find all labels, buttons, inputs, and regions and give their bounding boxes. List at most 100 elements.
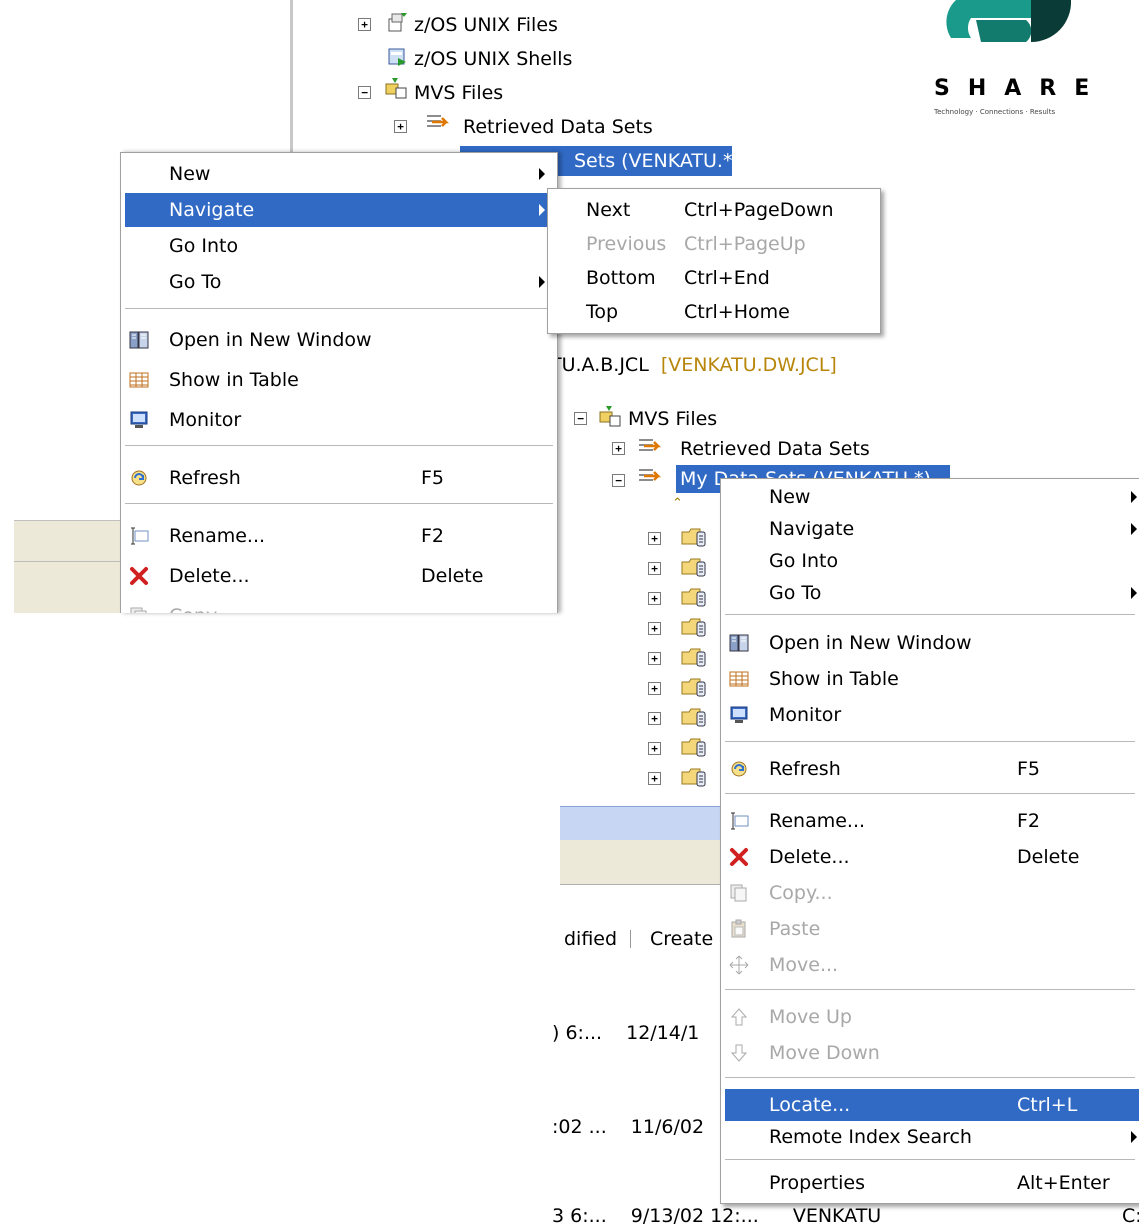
- expand-toggle[interactable]: +: [648, 532, 661, 545]
- cropped-text: C:: [1122, 1205, 1139, 1227]
- menu-item-go-into[interactable]: Go Into: [725, 545, 1135, 577]
- menu-item-copy[interactable]: Copy: [125, 599, 553, 613]
- collapse-toggle[interactable]: −: [612, 474, 625, 487]
- delete-icon: [730, 848, 748, 866]
- collapse-toggle[interactable]: −: [574, 412, 587, 425]
- menu-separator: [725, 741, 1135, 743]
- tree-item-my-data-sets[interactable]: Sets (VENKATU.*): [574, 146, 740, 176]
- cell-modified: :02 ...: [552, 1116, 607, 1138]
- tree2-item-mvs-files[interactable]: MVS Files: [628, 404, 717, 434]
- menu-item-rename[interactable]: Rename... F2: [725, 805, 1135, 837]
- menu-item-new[interactable]: New: [125, 157, 553, 191]
- menu-item-move[interactable]: Move...: [725, 949, 1135, 981]
- dataset-folder-icon: [681, 558, 706, 577]
- menu-item-navigate[interactable]: Navigate: [125, 193, 553, 227]
- open-window-icon: [729, 634, 749, 652]
- menu-label: Open in New Window: [169, 329, 372, 351]
- menu-item-navigate[interactable]: Navigate: [725, 513, 1137, 545]
- copy-icon: [130, 607, 147, 613]
- delete-icon: [130, 567, 148, 585]
- tree-item-ab-jcl[interactable]: TU.A.B.JCL [VENKATU.DW.JCL]: [550, 350, 837, 380]
- expand-toggle[interactable]: +: [394, 120, 407, 133]
- menu-item-monitor[interactable]: Monitor: [125, 403, 553, 437]
- share-logo: SHARE Technology · Connections · Results: [918, 0, 1098, 120]
- left-gray-panel: [14, 520, 134, 613]
- dataset-alias: [VENKATU.DW.JCL]: [660, 354, 837, 376]
- menu-separator: [725, 989, 1135, 991]
- view-strip: [560, 840, 720, 885]
- menu-shortcut: F2: [421, 525, 445, 547]
- cell-created: 12/14/1: [626, 1022, 700, 1044]
- menu-item-go-into[interactable]: Go Into: [125, 229, 553, 263]
- table-row[interactable]: ) 6:... 12/14/1: [552, 1018, 699, 1048]
- menu-item-top[interactable]: Top Ctrl+Home: [552, 295, 876, 329]
- expand-toggle[interactable]: +: [648, 622, 661, 635]
- expand-toggle[interactable]: +: [648, 742, 661, 755]
- menu-item-paste[interactable]: Paste: [725, 913, 1135, 945]
- tree-item-unix-files[interactable]: z/OS UNIX Files: [414, 10, 558, 40]
- menu-item-properties[interactable]: Properties Alt+Enter: [725, 1167, 1135, 1199]
- dataset-folder-icon: [681, 528, 706, 547]
- menu-item-delete[interactable]: Delete... Delete: [725, 841, 1135, 873]
- expand-toggle[interactable]: +: [648, 682, 661, 695]
- collapse-toggle[interactable]: −: [358, 86, 371, 99]
- expand-toggle[interactable]: +: [648, 562, 661, 575]
- menu-item-show-in-table[interactable]: Show in Table: [125, 363, 553, 397]
- menu-label: Copy: [169, 599, 217, 613]
- column-header-modified[interactable]: dified: [564, 924, 617, 954]
- mvs-files-icon: [385, 78, 407, 99]
- menu-label: Refresh: [169, 467, 241, 489]
- expand-toggle[interactable]: +: [648, 712, 661, 725]
- table-icon: [129, 372, 149, 388]
- copy-icon: [730, 884, 747, 902]
- menu-item-new[interactable]: New: [725, 481, 1137, 513]
- cell-modified: 3 6:...: [552, 1205, 607, 1227]
- menu-separator: [725, 1159, 1135, 1161]
- tree-item-retrieved-data-sets[interactable]: Retrieved Data Sets: [463, 112, 653, 142]
- menu-item-monitor[interactable]: Monitor: [725, 699, 1135, 731]
- menu-item-remote-index-search[interactable]: Remote Index Search: [725, 1121, 1137, 1153]
- menu-item-refresh[interactable]: Refresh F5: [125, 461, 553, 495]
- menu-item-refresh[interactable]: Refresh F5: [725, 753, 1135, 785]
- dataset-folder-icon: [681, 708, 706, 727]
- view-tab-bar: [560, 806, 720, 841]
- menu-item-move-down[interactable]: Move Down: [725, 1037, 1135, 1069]
- menu-shortcut: Delete: [421, 565, 484, 587]
- cell-modified: ) 6:...: [552, 1022, 603, 1044]
- menu-shortcut: Ctrl+PageDown: [684, 199, 834, 221]
- menu-label: Move...: [769, 954, 839, 976]
- column-header-created[interactable]: Create: [650, 924, 713, 954]
- menu-label: Show in Table: [169, 369, 299, 391]
- menu-item-locate[interactable]: Locate... Ctrl+L: [725, 1089, 1139, 1121]
- menu-label: Go Into: [169, 235, 239, 257]
- table-row[interactable]: 3 6:... 9/13/02 12:... VENKATU: [552, 1204, 881, 1228]
- arrow-down-icon: [730, 1044, 748, 1062]
- table-row[interactable]: :02 ... 11/6/02: [552, 1112, 704, 1142]
- menu-item-go-to[interactable]: Go To: [725, 577, 1137, 609]
- menu-item-copy[interactable]: Copy...: [725, 877, 1135, 909]
- menu-item-rename[interactable]: Rename... F2: [125, 519, 553, 553]
- expand-toggle[interactable]: +: [358, 18, 371, 31]
- menu-item-show-in-table[interactable]: Show in Table: [725, 663, 1135, 695]
- menu-label: Delete...: [169, 565, 250, 587]
- tree-item-mvs-files[interactable]: MVS Files: [414, 78, 503, 108]
- submenu-arrow-icon: [1131, 523, 1137, 535]
- menu-item-move-up[interactable]: Move Up: [725, 1001, 1135, 1033]
- tree2-item-retrieved[interactable]: Retrieved Data Sets: [680, 434, 870, 464]
- menu-item-next[interactable]: Next Ctrl+PageDown: [552, 193, 876, 227]
- dataset-folder-icon: [681, 678, 706, 697]
- expand-toggle[interactable]: +: [648, 772, 661, 785]
- menu-item-bottom[interactable]: Bottom Ctrl+End: [552, 261, 876, 295]
- menu-item-open-new-window[interactable]: Open in New Window: [725, 627, 1135, 659]
- menu-separator: [125, 445, 553, 447]
- expand-toggle[interactable]: +: [612, 442, 625, 455]
- menu-item-open-new-window[interactable]: Open in New Window: [125, 323, 553, 357]
- menu-item-previous[interactable]: Previous Ctrl+PageUp: [552, 227, 876, 261]
- menu-item-go-to[interactable]: Go To: [125, 265, 553, 299]
- menu-item-delete[interactable]: Delete... Delete: [125, 559, 553, 593]
- my-data-sets-icon: [639, 469, 662, 481]
- menu-shortcut: F5: [421, 467, 445, 489]
- tree-item-unix-shells[interactable]: z/OS UNIX Shells: [414, 44, 572, 74]
- expand-toggle[interactable]: +: [648, 592, 661, 605]
- expand-toggle[interactable]: +: [648, 652, 661, 665]
